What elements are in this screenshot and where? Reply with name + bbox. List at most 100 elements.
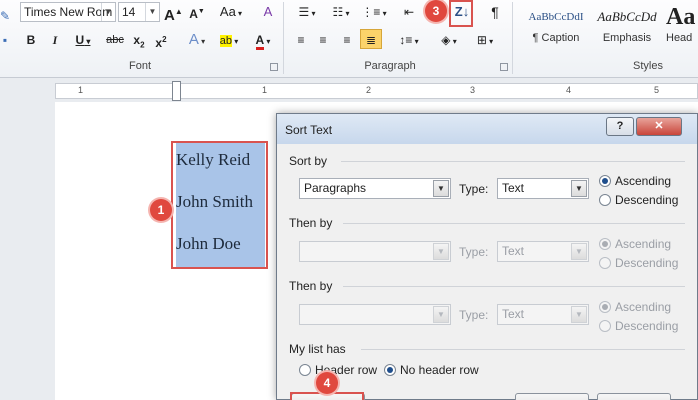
bold-icon: B: [26, 33, 36, 47]
then-by-field-select[interactable]: ▼: [299, 241, 451, 262]
align-right-button[interactable]: ≡: [338, 30, 356, 50]
then-by-ascending-radio[interactable]: [599, 301, 611, 313]
font-size-combo[interactable]: 14 ▼: [118, 2, 160, 22]
font-color-button[interactable]: A ▾: [248, 30, 278, 50]
divider: [343, 223, 685, 224]
ribbon: ✎ ▪ Times New Rom ▼ 14 ▼ A▲ A▼ Aa ▾ A B …: [0, 0, 698, 78]
close-button[interactable]: ✕: [636, 117, 682, 136]
borders-icon: ⊞: [476, 33, 487, 47]
help-button[interactable]: ?: [606, 117, 634, 136]
numbering-icon: ☷: [332, 5, 344, 19]
chevron-down-icon[interactable]: ▼: [571, 180, 587, 197]
then-by-ascending-radio[interactable]: [599, 238, 611, 250]
change-case-icon: Aa: [219, 4, 236, 19]
ruler-number: 4: [566, 85, 572, 95]
sort-by-descending-label[interactable]: Descending: [615, 193, 678, 207]
ok-button[interactable]: [515, 393, 589, 400]
then-by-descending-label[interactable]: Descending: [615, 319, 678, 333]
header-row-radio[interactable]: [299, 364, 311, 376]
then-by-type-select[interactable]: Text ▼: [497, 241, 589, 262]
font-name-combo[interactable]: Times New Rom ▼: [20, 2, 116, 22]
change-case-button[interactable]: Aa ▾: [216, 2, 246, 22]
text-effects-button[interactable]: A ▾: [182, 30, 212, 50]
bullets-button[interactable]: ☰ ▾: [292, 2, 322, 22]
then-by-type-select[interactable]: Text ▼: [497, 304, 589, 325]
chevron-down-icon[interactable]: ▼: [571, 306, 587, 323]
group-separator: [512, 2, 513, 74]
step-badge: 4: [316, 372, 338, 394]
font-color-icon: A: [255, 33, 265, 50]
divider: [343, 286, 685, 287]
decrease-indent-button[interactable]: ⇤: [400, 2, 418, 22]
strikethrough-icon: abc: [106, 34, 124, 46]
no-header-row-label[interactable]: No header row: [400, 363, 479, 377]
step-badge: 1: [150, 199, 172, 221]
align-left-icon: ≡: [297, 33, 305, 47]
grow-font-button[interactable]: A▲: [164, 2, 183, 24]
group-separator: [283, 2, 284, 74]
dialog-title-bar[interactable]: Sort Text ? ✕: [277, 114, 697, 144]
multilevel-list-button[interactable]: ⋮≡ ▾: [360, 2, 388, 22]
sort-by-ascending-label[interactable]: Ascending: [615, 174, 671, 188]
my-list-has-label: My list has: [289, 342, 346, 356]
clear-formatting-button[interactable]: A: [258, 2, 278, 22]
then-by-field-select[interactable]: ▼: [299, 304, 451, 325]
chevron-down-icon[interactable]: ▼: [433, 243, 449, 260]
style-preview: AaBbCcDdI: [528, 11, 584, 23]
align-left-button[interactable]: ≡: [292, 30, 310, 50]
strikethrough-button[interactable]: abc: [104, 30, 126, 50]
paragraph-dialog-launcher-icon[interactable]: [500, 63, 508, 71]
chevron-down-icon[interactable]: ▼: [433, 306, 449, 323]
then-by-ascending-label[interactable]: Ascending: [615, 300, 671, 314]
style-emphasis[interactable]: AaBbCcDd Emphasis: [594, 2, 660, 54]
ruler-number: 3: [470, 85, 476, 95]
line-spacing-button[interactable]: ↕≡ ▾: [394, 30, 424, 50]
align-center-button[interactable]: ≡: [314, 30, 332, 50]
style-heading[interactable]: Aa Head: [666, 2, 698, 54]
superscript-button[interactable]: x2: [152, 30, 170, 50]
then-by-descending-label[interactable]: Descending: [615, 256, 678, 270]
italic-button[interactable]: I: [46, 30, 64, 50]
style-name: Emphasis: [602, 32, 652, 44]
then-by-descending-radio[interactable]: [599, 257, 611, 269]
shading-button[interactable]: ◈ ▾: [434, 30, 464, 50]
horizontal-ruler[interactable]: 1 1 2 3 4 5: [55, 81, 698, 101]
numbering-button[interactable]: ☷ ▾: [326, 2, 356, 22]
paste-icon[interactable]: ▪: [0, 30, 10, 50]
shrink-font-button[interactable]: A▼: [188, 2, 206, 22]
show-formatting-button[interactable]: ¶: [486, 2, 504, 22]
highlight-button[interactable]: ab ▾: [214, 30, 244, 50]
format-painter-icon[interactable]: ✎: [0, 6, 10, 26]
sort-by-type-select[interactable]: Text ▼: [497, 178, 589, 199]
sort-text-dialog: Sort Text ? ✕ Sort by Paragraphs ▼ Type:…: [276, 113, 698, 400]
help-icon: ?: [616, 120, 624, 132]
indent-marker[interactable]: [172, 81, 181, 101]
font-dialog-launcher-icon[interactable]: [270, 63, 278, 71]
ruler-number: 1: [262, 85, 268, 95]
cancel-button[interactable]: [597, 393, 671, 400]
borders-button[interactable]: ⊞ ▾: [470, 30, 500, 50]
bold-button[interactable]: B: [22, 30, 40, 50]
sort-by-field-select[interactable]: Paragraphs ▼: [299, 178, 451, 199]
then-by-ascending-label[interactable]: Ascending: [615, 237, 671, 251]
text-effects-icon: A: [188, 31, 199, 48]
justify-button[interactable]: ≣: [360, 29, 382, 49]
subscript-button[interactable]: x2: [130, 30, 148, 50]
then-by-type-label: Type:: [459, 245, 489, 259]
line-spacing-icon: ↕≡: [399, 33, 413, 47]
then-by-type-label: Type:: [459, 308, 489, 322]
underline-button[interactable]: U ▾: [68, 30, 98, 50]
then-by-descending-radio[interactable]: [599, 320, 611, 332]
sort-by-ascending-radio[interactable]: [599, 175, 611, 187]
chevron-down-icon[interactable]: ▼: [101, 3, 115, 21]
chevron-down-icon[interactable]: ▼: [433, 180, 449, 197]
justify-icon: ≣: [365, 33, 377, 47]
no-header-row-radio[interactable]: [384, 364, 396, 376]
align-center-icon: ≡: [319, 33, 327, 47]
grow-font-icon: A: [164, 7, 175, 24]
chevron-down-icon[interactable]: ▼: [145, 3, 159, 21]
style-caption[interactable]: AaBbCcDdI ¶ Caption: [522, 2, 590, 54]
sort-by-descending-radio[interactable]: [599, 194, 611, 206]
chevron-down-icon[interactable]: ▼: [571, 243, 587, 260]
highlight-icon: ab: [219, 35, 232, 47]
